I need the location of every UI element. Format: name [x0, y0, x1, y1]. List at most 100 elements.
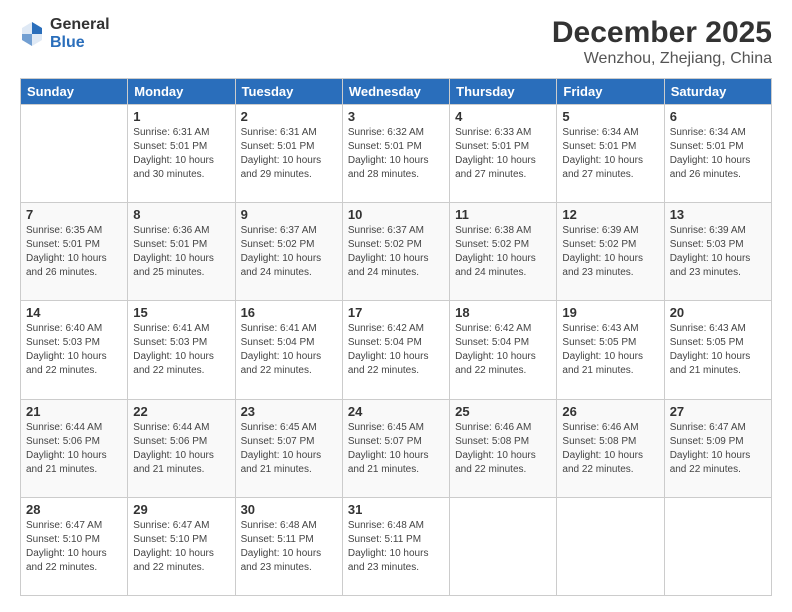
day-info: Sunrise: 6:43 AMSunset: 5:05 PMDaylight:… — [562, 322, 658, 378]
table-row: 8 Sunrise: 6:36 AMSunset: 5:01 PMDaylight… — [128, 203, 235, 301]
calendar-week-row: 14Sunrise: 6:40 AMSunset: 5:03 PMDayligh… — [21, 301, 772, 399]
table-row: 27Sunrise: 6:47 AMSunset: 5:09 PMDayligh… — [664, 399, 771, 497]
day-info: Sunrise: 6:47 AMSunset: 5:09 PMDaylight:… — [670, 421, 766, 477]
calendar-table: Sunday Monday Tuesday Wednesday Thursday… — [20, 78, 772, 596]
calendar-week-row: 21Sunrise: 6:44 AMSunset: 5:06 PMDayligh… — [21, 399, 772, 497]
table-row: 7 Sunrise: 6:35 AMSunset: 5:01 PMDaylight… — [21, 203, 128, 301]
day-info: Sunrise: 6:37 AMSunset: 5:02 PMDaylight:… — [241, 224, 337, 280]
day-number: 8 — [133, 207, 229, 222]
col-tuesday: Tuesday — [235, 79, 342, 105]
table-row: 30Sunrise: 6:48 AMSunset: 5:11 PMDayligh… — [235, 497, 342, 595]
day-info: Sunrise: 6:45 AMSunset: 5:07 PMDaylight:… — [348, 421, 444, 477]
calendar-header-row: Sunday Monday Tuesday Wednesday Thursday… — [21, 79, 772, 105]
logo-general-text: General — [50, 16, 110, 34]
day-info: Sunrise: 6:48 AMSunset: 5:11 PMDaylight:… — [241, 519, 337, 575]
day-info: Sunrise: 6:37 AMSunset: 5:02 PMDaylight:… — [348, 224, 444, 280]
table-row: 23Sunrise: 6:45 AMSunset: 5:07 PMDayligh… — [235, 399, 342, 497]
day-info: Sunrise: 6:42 AMSunset: 5:04 PMDaylight:… — [348, 322, 444, 378]
calendar-week-row: 1 Sunrise: 6:31 AMSunset: 5:01 PMDaylight… — [21, 105, 772, 203]
day-number: 14 — [26, 305, 122, 320]
day-info: Sunrise: 6:48 AMSunset: 5:11 PMDaylight:… — [348, 519, 444, 575]
day-info: Sunrise: 6:38 AMSunset: 5:02 PMDaylight:… — [455, 224, 551, 280]
day-info: Sunrise: 6:44 AMSunset: 5:06 PMDaylight:… — [26, 421, 122, 477]
day-info: Sunrise: 6:39 AMSunset: 5:02 PMDaylight:… — [562, 224, 658, 280]
table-row — [557, 497, 664, 595]
day-number: 3 — [348, 109, 444, 124]
day-number: 15 — [133, 305, 229, 320]
day-info: Sunrise: 6:45 AMSunset: 5:07 PMDaylight:… — [241, 421, 337, 477]
table-row: 9 Sunrise: 6:37 AMSunset: 5:02 PMDaylight… — [235, 203, 342, 301]
day-number: 9 — [241, 207, 337, 222]
table-row: 19 Sunrise: 6:43 AMSunset: 5:05 PMDayligh… — [557, 301, 664, 399]
day-number: 5 — [562, 109, 658, 124]
day-info: Sunrise: 6:34 AMSunset: 5:01 PMDaylight:… — [562, 126, 658, 182]
table-row: 12Sunrise: 6:39 AMSunset: 5:02 PMDayligh… — [557, 203, 664, 301]
location: Wenzhou, Zhejiang, China — [552, 50, 772, 68]
day-info: Sunrise: 6:44 AMSunset: 5:06 PMDaylight:… — [133, 421, 229, 477]
table-row: 1 Sunrise: 6:31 AMSunset: 5:01 PMDaylight… — [128, 105, 235, 203]
day-number: 16 — [241, 305, 337, 320]
day-info: Sunrise: 6:33 AMSunset: 5:01 PMDaylight:… — [455, 126, 551, 182]
day-number: 22 — [133, 404, 229, 419]
table-row: 21Sunrise: 6:44 AMSunset: 5:06 PMDayligh… — [21, 399, 128, 497]
col-monday: Monday — [128, 79, 235, 105]
day-number: 18 — [455, 305, 551, 320]
calendar-week-row: 28 Sunrise: 6:47 AMSunset: 5:10 PMDayligh… — [21, 497, 772, 595]
day-number: 31 — [348, 502, 444, 517]
table-row: 10 Sunrise: 6:37 AMSunset: 5:02 PMDayligh… — [342, 203, 449, 301]
day-number: 7 — [26, 207, 122, 222]
day-info: Sunrise: 6:42 AMSunset: 5:04 PMDaylight:… — [455, 322, 551, 378]
day-number: 17 — [348, 305, 444, 320]
day-info: Sunrise: 6:31 AMSunset: 5:01 PMDaylight:… — [133, 126, 229, 182]
calendar-week-row: 7 Sunrise: 6:35 AMSunset: 5:01 PMDaylight… — [21, 203, 772, 301]
day-info: Sunrise: 6:31 AMSunset: 5:01 PMDaylight:… — [241, 126, 337, 182]
table-row: 25Sunrise: 6:46 AMSunset: 5:08 PMDayligh… — [450, 399, 557, 497]
logo-icon — [20, 20, 44, 48]
table-row: 24Sunrise: 6:45 AMSunset: 5:07 PMDayligh… — [342, 399, 449, 497]
col-wednesday: Wednesday — [342, 79, 449, 105]
day-info: Sunrise: 6:47 AMSunset: 5:10 PMDaylight:… — [26, 519, 122, 575]
table-row: 15 Sunrise: 6:41 AMSunset: 5:03 PMDayligh… — [128, 301, 235, 399]
day-info: Sunrise: 6:41 AMSunset: 5:03 PMDaylight:… — [133, 322, 229, 378]
day-number: 1 — [133, 109, 229, 124]
day-number: 28 — [26, 502, 122, 517]
month-year: December 2025 — [552, 16, 772, 50]
col-friday: Friday — [557, 79, 664, 105]
table-row — [450, 497, 557, 595]
table-row: 2 Sunrise: 6:31 AMSunset: 5:01 PMDaylight… — [235, 105, 342, 203]
col-saturday: Saturday — [664, 79, 771, 105]
day-number: 11 — [455, 207, 551, 222]
header: General Blue December 2025 Wenzhou, Zhej… — [20, 16, 772, 68]
day-info: Sunrise: 6:34 AMSunset: 5:01 PMDaylight:… — [670, 126, 766, 182]
table-row: 14Sunrise: 6:40 AMSunset: 5:03 PMDayligh… — [21, 301, 128, 399]
day-info: Sunrise: 6:32 AMSunset: 5:01 PMDaylight:… — [348, 126, 444, 182]
day-info: Sunrise: 6:35 AMSunset: 5:01 PMDaylight:… — [26, 224, 122, 280]
table-row: 16Sunrise: 6:41 AMSunset: 5:04 PMDayligh… — [235, 301, 342, 399]
day-info: Sunrise: 6:39 AMSunset: 5:03 PMDaylight:… — [670, 224, 766, 280]
day-number: 26 — [562, 404, 658, 419]
day-number: 6 — [670, 109, 766, 124]
table-row: 28 Sunrise: 6:47 AMSunset: 5:10 PMDayligh… — [21, 497, 128, 595]
table-row: 11 Sunrise: 6:38 AMSunset: 5:02 PMDayligh… — [450, 203, 557, 301]
day-number: 2 — [241, 109, 337, 124]
day-info: Sunrise: 6:46 AMSunset: 5:08 PMDaylight:… — [562, 421, 658, 477]
day-number: 20 — [670, 305, 766, 320]
table-row — [664, 497, 771, 595]
day-number: 19 — [562, 305, 658, 320]
day-number: 13 — [670, 207, 766, 222]
table-row: 26 Sunrise: 6:46 AMSunset: 5:08 PMDayligh… — [557, 399, 664, 497]
day-info: Sunrise: 6:43 AMSunset: 5:05 PMDaylight:… — [670, 322, 766, 378]
day-info: Sunrise: 6:36 AMSunset: 5:01 PMDaylight:… — [133, 224, 229, 280]
table-row: 17 Sunrise: 6:42 AMSunset: 5:04 PMDayligh… — [342, 301, 449, 399]
table-row — [21, 105, 128, 203]
day-info: Sunrise: 6:47 AMSunset: 5:10 PMDaylight:… — [133, 519, 229, 575]
table-row: 22 Sunrise: 6:44 AMSunset: 5:06 PMDayligh… — [128, 399, 235, 497]
day-info: Sunrise: 6:46 AMSunset: 5:08 PMDaylight:… — [455, 421, 551, 477]
table-row: 29Sunrise: 6:47 AMSunset: 5:10 PMDayligh… — [128, 497, 235, 595]
logo: General Blue — [20, 16, 110, 51]
day-number: 10 — [348, 207, 444, 222]
table-row: 4Sunrise: 6:33 AMSunset: 5:01 PMDaylight… — [450, 105, 557, 203]
table-row: 31 Sunrise: 6:48 AMSunset: 5:11 PMDayligh… — [342, 497, 449, 595]
logo-text: General Blue — [50, 16, 110, 51]
page: General Blue December 2025 Wenzhou, Zhej… — [0, 0, 792, 612]
